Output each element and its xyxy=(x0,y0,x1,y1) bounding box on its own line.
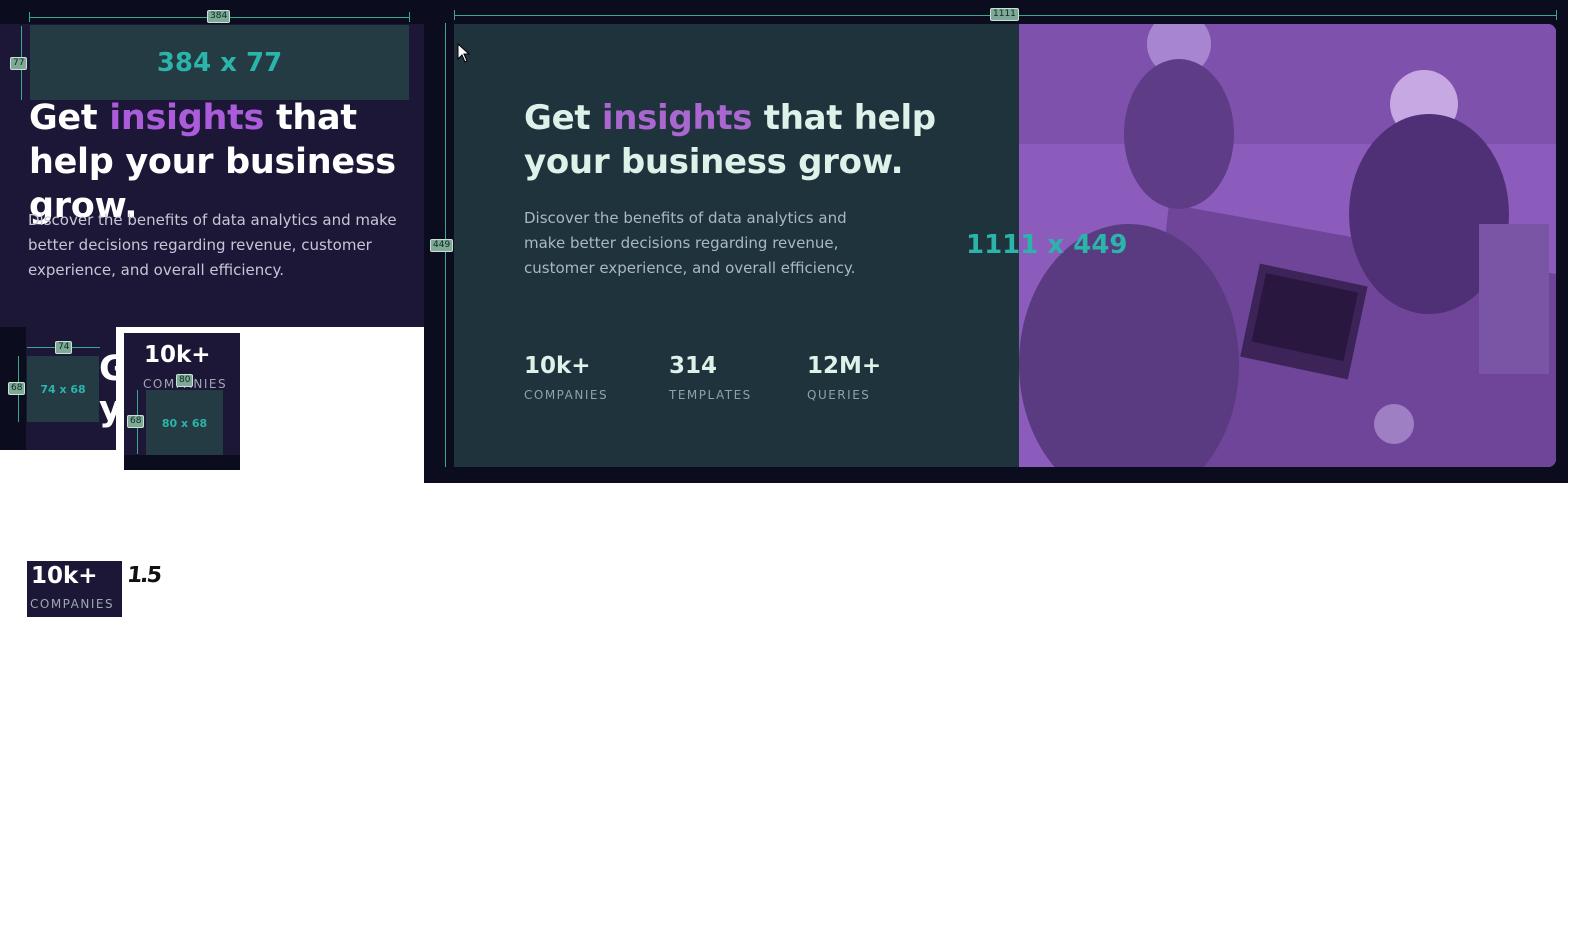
stat-label: QUERIES xyxy=(807,388,871,402)
desktop-headline: Get insights that help your business gro… xyxy=(524,98,936,182)
stat-label: COMPANIES xyxy=(524,388,609,402)
scribble-note: 1.5 xyxy=(125,563,162,588)
desktop-width-tick-r xyxy=(1556,10,1557,20)
stat-value: 314 xyxy=(669,353,718,379)
stat-card-width-tag: 80 xyxy=(176,374,194,387)
desktop-width-tag: 1111 xyxy=(990,8,1019,21)
desktop-measure-overlay-label: 1111 x 449 xyxy=(966,230,1128,260)
mobile-preview: 384 x 77 Get insights that help your bus… xyxy=(0,24,424,327)
stat-card-measure-overlay: 80 x 68 xyxy=(146,390,223,456)
stat-card-preview: 10k+ COMPANIES 80 x 68 xyxy=(124,333,240,470)
stat-label: TEMPLATES xyxy=(669,388,752,402)
desktop-stat-companies: 10k+ COMPANIES xyxy=(524,352,608,402)
desktop-stat-templates: 314 TEMPLATES xyxy=(669,352,752,402)
cursor-icon xyxy=(457,43,471,63)
desktop-height-tag: 449 xyxy=(430,239,454,252)
stat-value: 10k+ xyxy=(524,353,591,379)
stat-box-measure-overlay: 74 x 68 xyxy=(27,356,99,422)
stat-chip: 10k+ COMPANIES xyxy=(27,561,122,617)
stat-card-height-tag: 68 xyxy=(127,415,145,428)
desktop-width-tick-l xyxy=(454,10,455,20)
mobile-width-tag: 384 xyxy=(207,10,231,23)
partial-headline: G y xyxy=(99,349,116,429)
desktop-description: Discover the benefits of data analytics … xyxy=(524,209,856,277)
stat-box-width-tag: 74 xyxy=(55,341,73,354)
stat-chip-value: 10k+ xyxy=(31,563,98,589)
desktop-headline-accent: insights xyxy=(601,98,753,138)
mobile-measure-overlay: 384 x 77 xyxy=(30,25,409,100)
headline-accent: insights xyxy=(109,98,265,138)
desktop-stat-queries: 12M+ QUERIES xyxy=(807,352,881,402)
mobile-width-measure-tick-l xyxy=(29,12,30,22)
stat-value: 12M+ xyxy=(807,353,882,379)
mobile-width-measure-tick-r xyxy=(409,12,410,22)
mobile-height-tag: 77 xyxy=(10,57,28,70)
mobile-description: Discover the benefits of data analytics … xyxy=(28,211,397,279)
stat-card-value: 10k+ xyxy=(144,342,211,368)
stat-chip-label: COMPANIES xyxy=(30,597,115,611)
stat-box-height-tag: 68 xyxy=(8,382,26,395)
